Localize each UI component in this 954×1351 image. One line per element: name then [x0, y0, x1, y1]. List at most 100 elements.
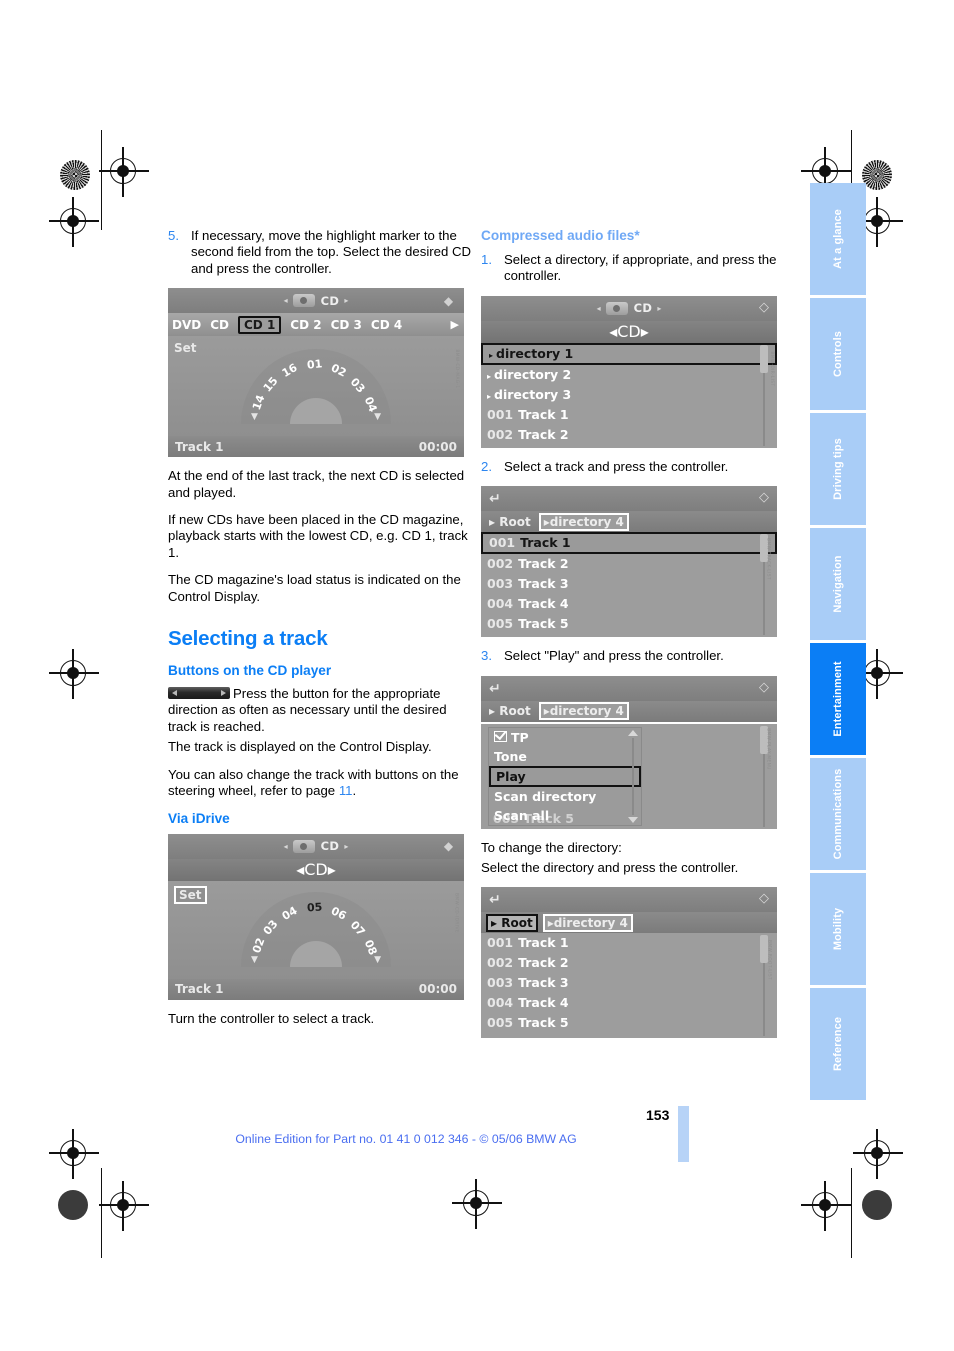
scroll-up-arrow-icon[interactable] — [628, 729, 638, 736]
sidebar-item-at-a-glance[interactable]: At a glance — [810, 183, 866, 295]
cd-dial[interactable]: 02 03 04 05 06 07 08 ▼ ▼ — [241, 891, 391, 967]
sidebar-item-reference[interactable]: Reference — [810, 988, 866, 1100]
menu-item-play[interactable]: Play — [489, 765, 641, 787]
back-arrow-icon[interactable]: ↵ — [489, 892, 501, 908]
breadcrumb[interactable]: ▸ Root ▸directory 4 — [481, 912, 777, 934]
tab-cd-2[interactable]: CD 2 — [290, 318, 321, 332]
rosette-mark-bottom-left — [58, 1190, 88, 1220]
breadcrumb-directory[interactable]: ▸directory 4 — [538, 702, 629, 721]
back-arrow-icon[interactable]: ↵ — [489, 491, 501, 507]
list-item[interactable]: 002 Track 2 — [481, 953, 777, 973]
list-item[interactable]: 004 Track 4 — [481, 594, 777, 614]
breadcrumb-root[interactable]: ▸ Root — [486, 704, 534, 718]
sidebar-item-mobility[interactable]: Mobility — [810, 873, 866, 985]
list-item[interactable]: 004 Track 4 — [481, 993, 777, 1013]
sidebar-item-label: Mobility — [832, 907, 844, 951]
sidebar-item-navigation[interactable]: Navigation — [810, 528, 866, 640]
screenshot-root-list: ↵ ◇ ▸ Root ▸directory 4 001 Track 1 002 Tr… — [481, 887, 777, 1039]
root-track-list[interactable]: 001 Track 1 002 Track 2 003 Track 3 004 Trac… — [481, 933, 777, 1039]
breadcrumb-directory[interactable]: ▸directory 4 — [542, 913, 633, 932]
figure-code: BMW-DIR-LIST — [768, 351, 774, 387]
tab-next-icon[interactable]: ▶ — [451, 318, 459, 331]
track-list[interactable]: 001 Track 1 002 Track 2 003 Track 3 004 Trac… — [481, 532, 777, 638]
right-arrow-icon: ▸ — [344, 841, 349, 851]
rosette-mark-bottom-right — [862, 1190, 892, 1220]
breadcrumb-root[interactable]: ▸ Root — [486, 515, 534, 529]
tab-cd[interactable]: CD — [210, 318, 229, 332]
track-index: 003 — [487, 576, 514, 592]
directory-list[interactable]: ▸ directory 1 ▸ directory 2 ▸ directory 3 0… — [481, 342, 777, 448]
tab-dvd[interactable]: DVD — [172, 318, 201, 332]
cd-dial[interactable]: 14 15 16 01 02 03 04 ▼ ▼ — [241, 348, 391, 425]
menu-scrollbar[interactable] — [627, 729, 639, 823]
tab-cd-3[interactable]: CD 3 — [331, 318, 362, 332]
section-index-tabs[interactable]: At a glance Controls Driving tips Naviga… — [810, 183, 866, 1103]
right-arrow-icon: ▸ — [344, 296, 349, 306]
list-item[interactable]: 002 Track 2 — [481, 554, 777, 574]
cd-disc-icon — [292, 839, 315, 853]
sidebar-item-controls[interactable]: Controls — [810, 298, 866, 410]
list-item[interactable]: 003 Track 3 — [481, 973, 777, 993]
paragraph-buttons-b: The track is displayed on the Control Di… — [168, 739, 432, 755]
registration-mark-top-right-a — [801, 147, 851, 197]
step-number: 5. — [168, 228, 179, 243]
checkbox-checked-icon[interactable] — [494, 730, 507, 742]
info-icon[interactable]: ◇ — [759, 490, 769, 505]
tab-cd-1-selected[interactable]: CD 1 — [238, 315, 282, 334]
list-item[interactable]: 005 Track 5 — [481, 614, 777, 634]
cd-disc-icon — [605, 301, 628, 315]
tab-cd-4[interactable]: CD 4 — [371, 318, 402, 332]
breadcrumb-directory[interactable]: ▸directory 4 — [538, 512, 629, 531]
scroll-down-arrow-icon[interactable] — [628, 816, 638, 823]
status-bar: ↵ ◇ — [481, 675, 777, 701]
submenu-left-arrow-icon: ◂ — [296, 860, 305, 879]
list-item[interactable]: ▸ directory 2 — [481, 365, 777, 385]
step-1: 1. Select a directory, if appropriate, a… — [481, 252, 784, 285]
list-item[interactable]: 002 Track 2 — [481, 425, 777, 445]
list-item-label: Track 2 — [518, 556, 569, 572]
left-arrow-icon: ◂ — [596, 303, 601, 313]
step-3: 3. Select "Play" and press the controlle… — [481, 648, 784, 664]
sidebar-item-communications[interactable]: Communications — [810, 758, 866, 870]
breadcrumb[interactable]: ▸ Root ▸directory 4 — [481, 511, 777, 533]
submenu-label: CD — [617, 322, 641, 342]
step-number: 1. — [481, 252, 492, 267]
scrollbar-track — [632, 737, 634, 815]
registration-mark-bottom-center — [452, 1179, 502, 1229]
screenshot-track-list: ↵ ◇ ▸ Root ▸directory 4 001 Track 1 002 Tr… — [481, 486, 777, 638]
list-item[interactable]: 001 Track 1 — [481, 405, 777, 425]
info-icon[interactable]: ◇ — [759, 680, 769, 695]
scrollbar-thumb[interactable] — [760, 344, 768, 373]
back-arrow-icon[interactable]: ↵ — [489, 681, 501, 697]
list-item[interactable]: 001 Track 1 — [481, 933, 777, 953]
list-item[interactable]: 001 Track 1 — [481, 532, 777, 555]
menu-item-tone[interactable]: Tone — [489, 747, 641, 766]
cd-disc-icon — [292, 294, 315, 308]
list-item[interactable]: ▸ directory 3 — [481, 385, 777, 405]
paragraph-buttons-c-text: You can also change the track with butto… — [168, 766, 459, 799]
breadcrumb-root-selected[interactable]: ▸ Root — [486, 913, 538, 932]
step-number: 2. — [481, 458, 492, 474]
breadcrumb[interactable]: ▸ Root ▸directory 4 — [481, 700, 777, 722]
submenu-bar: ◂ CD ▸ — [168, 858, 464, 881]
set-label[interactable]: Set — [174, 885, 207, 904]
page-reference-link[interactable]: 11 — [339, 783, 353, 798]
list-item-label: Track 1 — [518, 406, 569, 422]
list-item[interactable]: 005 Track 5 — [481, 1013, 777, 1033]
sidebar-item-driving-tips[interactable]: Driving tips — [810, 413, 866, 525]
menu-item-tp[interactable]: TP — [489, 728, 641, 747]
list-item[interactable]: ▸ directory 1 — [481, 342, 777, 365]
cd-tab-row[interactable]: DVD CD CD 1 CD 2 CD 3 CD 4 ▶ — [168, 313, 464, 337]
footer-text: Online Edition for Part no. 01 41 0 012 … — [235, 1132, 577, 1146]
track-time: 00:00 — [418, 982, 457, 996]
submenu-bar: ◂ CD ▸ — [481, 320, 777, 343]
sidebar-item-label: Communications — [832, 768, 844, 860]
registration-mark-top-left-b — [49, 197, 99, 247]
menu-item-scan-directory[interactable]: Scan directory — [489, 787, 641, 806]
sidebar-item-entertainment[interactable]: Entertainment — [810, 643, 866, 755]
info-icon[interactable]: ◇ — [759, 891, 769, 906]
list-item-label: Track 3 — [518, 975, 569, 991]
info-icon[interactable]: ◇ — [759, 300, 769, 315]
track-index: 001 — [489, 535, 516, 551]
list-item[interactable]: 003 Track 3 — [481, 574, 777, 594]
